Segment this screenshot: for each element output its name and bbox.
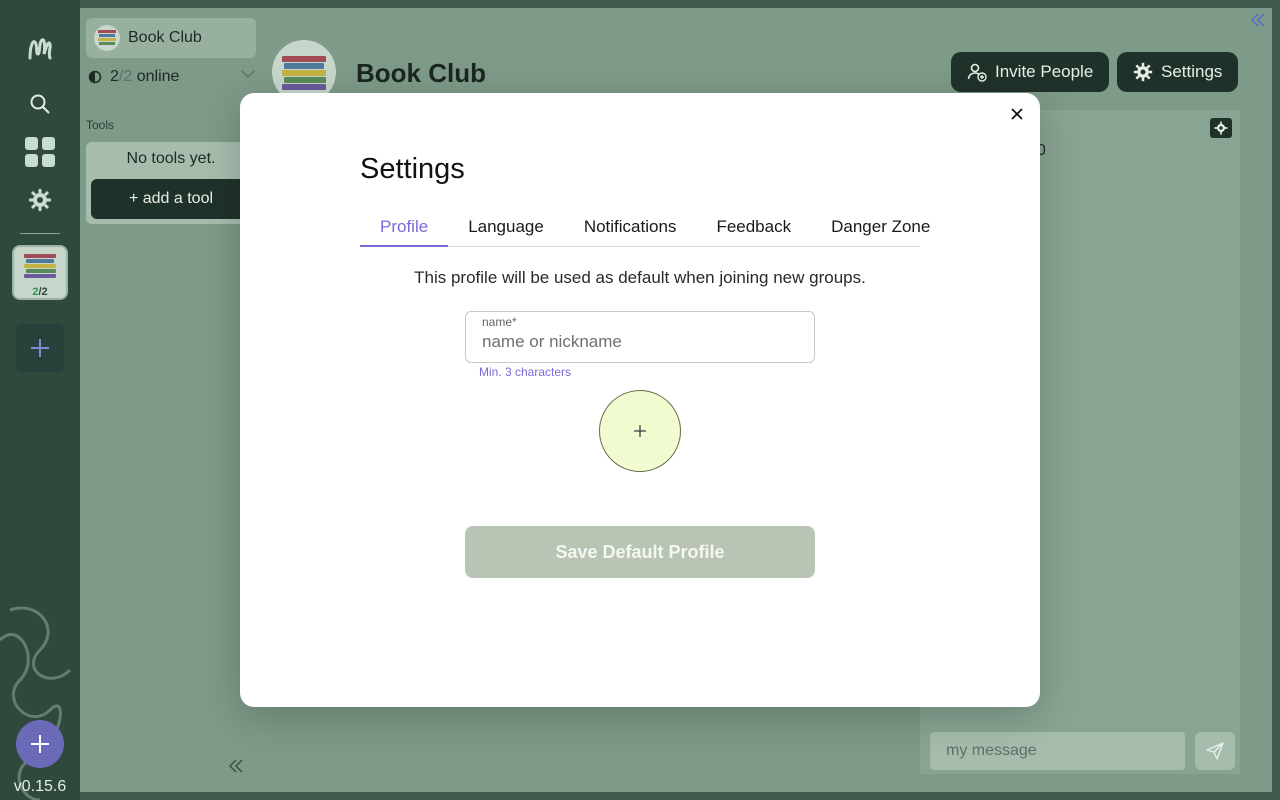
app-rail: 2/2 v0.15.6 — [0, 0, 80, 800]
gear-icon[interactable] — [16, 176, 64, 224]
search-icon[interactable] — [16, 80, 64, 128]
tab-language[interactable]: Language — [448, 211, 564, 247]
message-input[interactable]: my message — [930, 732, 1185, 770]
invite-people-button[interactable]: Invite People — [951, 52, 1110, 92]
books-icon — [94, 25, 120, 51]
gear-icon — [1133, 62, 1153, 82]
chat-settings-icon[interactable] — [1210, 118, 1232, 138]
name-hint: Min. 3 characters — [479, 365, 572, 379]
add-group-button[interactable] — [16, 324, 64, 372]
plus-icon — [31, 339, 49, 357]
name-field-label: name* — [482, 315, 517, 329]
settings-button[interactable]: Settings — [1117, 52, 1239, 92]
books-icon — [282, 56, 326, 90]
group-online-count: 2/2 — [32, 286, 48, 298]
collapse-right-icon[interactable] — [1250, 12, 1266, 28]
send-icon — [1206, 742, 1224, 760]
books-icon — [24, 254, 56, 278]
group-name: Book Club — [128, 29, 202, 46]
tab-notifications[interactable]: Notifications — [564, 211, 697, 247]
settings-label: Settings — [1161, 62, 1223, 81]
tools-panel: No tools yet. + add a tool — [86, 142, 256, 224]
group-selector[interactable]: Book Club — [86, 18, 256, 58]
send-button[interactable] — [1195, 732, 1235, 770]
name-input[interactable] — [482, 330, 802, 354]
settings-modal: Settings Profile Language Notifications … — [240, 93, 1040, 707]
plus-icon — [634, 425, 646, 437]
modal-title: Settings — [360, 153, 465, 185]
name-field[interactable]: name* — [465, 311, 815, 363]
group-tile-book-club[interactable]: 2/2 — [12, 245, 68, 300]
close-button[interactable] — [1006, 103, 1028, 125]
add-user-icon — [967, 63, 987, 82]
half-circle-icon — [88, 70, 102, 84]
tab-danger-zone[interactable]: Danger Zone — [811, 211, 950, 247]
profile-description: This profile will be used as default whe… — [414, 268, 866, 287]
app-version: v0.15.6 — [13, 778, 67, 795]
grid-icon[interactable] — [16, 128, 64, 176]
rail-divider — [20, 233, 60, 234]
avatar-picker[interactable] — [599, 390, 681, 472]
tools-label: Tools — [86, 118, 115, 132]
invite-people-label: Invite People — [995, 62, 1094, 81]
online-status[interactable]: 2/2 online — [88, 66, 258, 88]
create-button[interactable] — [16, 720, 64, 768]
group-title: Book Club — [356, 58, 486, 88]
collapse-left-icon[interactable] — [228, 758, 244, 774]
tab-profile[interactable]: Profile — [360, 211, 449, 247]
tab-feedback[interactable]: Feedback — [696, 211, 811, 247]
close-icon — [1011, 108, 1023, 120]
online-text: 2/2 online — [110, 68, 180, 85]
logo-icon[interactable] — [16, 24, 64, 72]
add-tool-button[interactable]: + add a tool — [91, 179, 251, 219]
chevron-down-icon[interactable] — [240, 68, 256, 80]
plus-icon — [31, 735, 49, 753]
save-default-profile-button[interactable]: Save Default Profile — [465, 526, 815, 578]
no-tools-text: No tools yet. — [126, 150, 216, 167]
decorative-swirls — [0, 606, 72, 800]
group-sidebar: Book Club 2/2 online Tools No tools yet.… — [80, 8, 262, 792]
settings-tabs: Profile Language Notifications Feedback … — [360, 211, 930, 247]
